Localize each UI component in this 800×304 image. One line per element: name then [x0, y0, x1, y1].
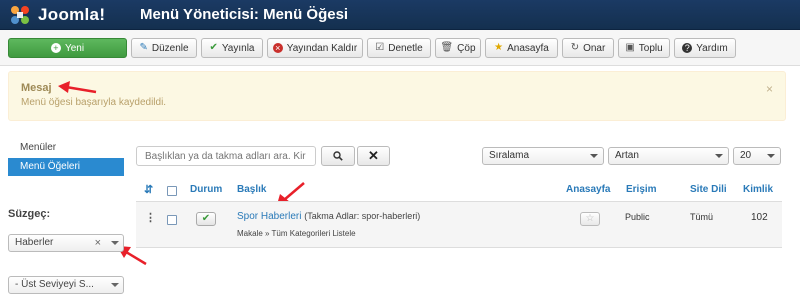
- direction-select[interactable]: Artan: [608, 147, 729, 165]
- batch-icon: ▣: [625, 42, 635, 53]
- column-header-status[interactable]: Durum: [190, 184, 222, 195]
- item-alias: (Takma Adlar: spor-haberleri): [304, 211, 421, 221]
- batch-button-label: Toplu: [638, 42, 663, 54]
- check-icon: ✔: [209, 42, 218, 53]
- chevron-down-icon: [111, 283, 119, 287]
- trash-button[interactable]: 🗑 Çöp: [435, 38, 481, 58]
- column-header-home[interactable]: Anasayfa: [566, 184, 610, 195]
- message-text: Menü öğesi başarıyla kaydedildi.: [21, 97, 167, 108]
- home-button-label: Anasayfa: [507, 42, 549, 54]
- edit-button-label: Düzenle: [151, 42, 189, 54]
- search-button[interactable]: [321, 146, 355, 166]
- column-header-access[interactable]: Erişim: [626, 184, 657, 195]
- menu-filter-select[interactable]: Haberler ×: [8, 234, 124, 252]
- checkbox-icon: ☑: [375, 42, 385, 53]
- select-all-checkbox[interactable]: [167, 186, 177, 196]
- publish-button[interactable]: ✔ Yayınla: [201, 38, 263, 58]
- item-access: Public: [625, 212, 650, 222]
- ordering-select[interactable]: Sıralama: [482, 147, 604, 165]
- message-close-button[interactable]: ×: [766, 82, 773, 96]
- edit-icon: ✎: [139, 42, 148, 53]
- level-filter-select[interactable]: - Üst Seviyeyi S...: [8, 276, 124, 294]
- publish-button-label: Yayınla: [221, 42, 255, 54]
- row-title: Spor Haberleri (Takma Adlar: spor-haberl…: [237, 211, 420, 222]
- app-header: Joomla! Menü Yöneticisi: Menü Öğesi: [0, 0, 800, 30]
- batch-button[interactable]: ▣ Toplu: [618, 38, 670, 58]
- chevron-down-icon: [715, 154, 723, 158]
- unpublish-icon: ×: [272, 43, 283, 53]
- refresh-icon: ↻: [570, 42, 580, 53]
- chevron-down-icon: [111, 241, 119, 245]
- rebuild-button-label: Onar: [583, 42, 606, 54]
- joomla-logo-icon: [11, 6, 29, 24]
- ordering-value: Sıralama: [489, 150, 530, 161]
- column-header-language[interactable]: Site Dili: [690, 184, 727, 195]
- new-button[interactable]: + Yeni: [8, 38, 127, 58]
- filter-title: Süzgeç:: [8, 208, 51, 220]
- success-message: Mesaj Menü öğesi başarıyla kaydedildi. ×: [8, 71, 786, 121]
- unpublish-button[interactable]: × Yayından Kaldır: [267, 38, 363, 58]
- published-toggle-button[interactable]: ✔: [196, 212, 216, 226]
- check-in-button-label: Denetle: [388, 42, 423, 54]
- toolbar: + Yeni ✎ Düzenle ✔ Yayınla × Yayından Ka…: [0, 30, 800, 66]
- set-home-button[interactable]: ☆: [580, 212, 600, 226]
- item-id: 102: [751, 212, 768, 223]
- limit-value: 20: [740, 150, 752, 161]
- table-row: [136, 202, 782, 247]
- clear-search-button[interactable]: ✕: [357, 146, 390, 166]
- clear-filter-icon[interactable]: ×: [95, 235, 101, 251]
- search-icon: [333, 151, 343, 161]
- check-icon: ✔: [201, 213, 211, 224]
- chevron-down-icon: [767, 154, 775, 158]
- drag-handle-icon[interactable]: ⋮: [145, 211, 156, 224]
- star-icon: ☆: [585, 213, 595, 224]
- column-header-id[interactable]: Kimlik: [743, 184, 773, 195]
- row-checkbox[interactable]: [167, 215, 177, 225]
- annotation-arrow-icon: [58, 81, 97, 94]
- plus-icon: +: [50, 43, 61, 53]
- star-icon: ★: [494, 42, 504, 53]
- page-title: Menü Yöneticisi: Menü Öğesi: [140, 6, 349, 23]
- table-divider: [136, 247, 782, 248]
- menu-filter-value: Haberler: [15, 237, 54, 248]
- item-type: Makale » Tüm Kategorileri Listele: [237, 229, 356, 238]
- limit-select[interactable]: 20: [733, 147, 781, 165]
- chevron-down-icon: [590, 154, 598, 158]
- new-button-label: Yeni: [64, 42, 85, 54]
- sidebar-item-menu-items[interactable]: Menü Öğeleri: [8, 158, 124, 176]
- direction-value: Artan: [615, 150, 639, 161]
- message-title: Mesaj: [21, 82, 52, 94]
- trash-icon: 🗑: [440, 42, 454, 53]
- help-icon: ?: [682, 43, 693, 53]
- sidebar-item-menus[interactable]: Menüler: [8, 139, 124, 157]
- close-icon: ✕: [368, 148, 379, 163]
- edit-button[interactable]: ✎ Düzenle: [131, 38, 197, 58]
- column-header-title[interactable]: Başlık: [237, 184, 266, 195]
- logo-text: Joomla!: [38, 5, 106, 24]
- home-button[interactable]: ★ Anasayfa: [485, 38, 558, 58]
- trash-button-label: Çöp: [457, 42, 476, 54]
- level-filter-value: - Üst Seviyeyi S...: [15, 279, 94, 290]
- search-input[interactable]: [136, 146, 316, 166]
- help-button[interactable]: ? Yardım: [674, 38, 736, 58]
- item-title-link[interactable]: Spor Haberleri: [237, 211, 301, 222]
- unpublish-button-label: Yayından Kaldır: [286, 42, 358, 54]
- sort-order-icon[interactable]: ⇵: [144, 183, 153, 196]
- rebuild-button[interactable]: ↻ Onar: [562, 38, 614, 58]
- joomla-logo[interactable]: Joomla!: [8, 2, 105, 28]
- item-language: Tümü: [690, 212, 714, 222]
- check-in-button[interactable]: ☑ Denetle: [367, 38, 431, 58]
- help-button-label: Yardım: [696, 42, 728, 54]
